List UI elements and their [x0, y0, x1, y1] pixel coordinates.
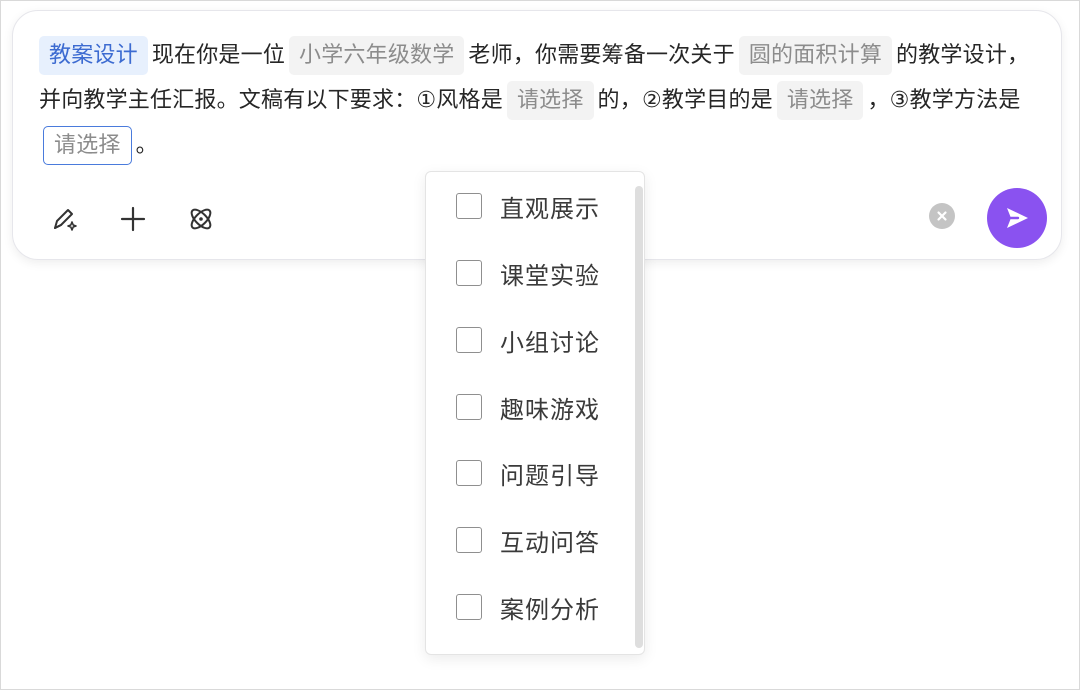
checkbox[interactable] [456, 260, 482, 286]
edit-sparkle-icon [54, 209, 77, 231]
option-label: 趣味游戏 [500, 395, 600, 424]
checkbox[interactable] [456, 594, 482, 620]
edit-sparkle-button[interactable] [43, 197, 87, 241]
checkbox[interactable] [456, 327, 482, 353]
send-icon [1007, 208, 1028, 228]
option-label: 课堂实验 [500, 261, 600, 290]
option-label: 小组讨论 [500, 328, 600, 357]
prompt-text[interactable]: 教案设计 现在你是一位 小学六年级数学 老师，你需要筹备一次关于 圆的面积计算 的教学设计… [39, 33, 1049, 168]
option-label: 直观展示 [500, 194, 600, 223]
template-tag[interactable]: 教案设计 [39, 36, 148, 75]
method-select[interactable]: 请选择 [43, 126, 132, 165]
toolbar [43, 197, 223, 241]
checkbox[interactable] [456, 527, 482, 553]
atom-icon [190, 208, 212, 230]
dropdown-option[interactable]: 趣味游戏 [456, 389, 600, 425]
prompt-segment: ，③教学方法是 [867, 88, 1021, 113]
dropdown-option[interactable]: 互动问答 [456, 522, 600, 558]
dropdown-scrollbar[interactable] [635, 186, 643, 648]
clear-icon [937, 211, 947, 221]
dropdown-option[interactable]: 小组讨论 [456, 322, 600, 358]
option-label: 问题引导 [500, 461, 600, 490]
plus-icon [120, 206, 146, 232]
send-button[interactable] [987, 188, 1047, 248]
prompt-segment: 的，②教学目的是 [597, 88, 773, 113]
teaching-method-dropdown: 直观展示 课堂实验 小组讨论 趣味游戏 问题引导 互动问答 案例分析 [425, 171, 645, 655]
checkbox[interactable] [456, 394, 482, 420]
style-select[interactable]: 请选择 [506, 81, 594, 120]
dropdown-option[interactable]: 直观展示 [456, 188, 600, 224]
grade-field[interactable]: 小学六年级数学 [289, 36, 465, 75]
checkbox[interactable] [456, 193, 482, 219]
dropdown-option[interactable]: 问题引导 [456, 455, 600, 491]
checkbox[interactable] [456, 460, 482, 486]
topic-field[interactable]: 圆的面积计算 [738, 36, 893, 75]
option-label: 互动问答 [500, 528, 600, 557]
dropdown-option[interactable]: 课堂实验 [456, 255, 600, 291]
clear-button[interactable] [929, 203, 955, 229]
prompt-segment: 现在你是一位 [151, 43, 286, 68]
add-button[interactable] [111, 197, 155, 241]
ai-model-button[interactable] [179, 197, 223, 241]
goal-select[interactable]: 请选择 [776, 81, 864, 120]
prompt-segment: 老师，你需要筹备一次关于 [468, 43, 735, 68]
dropdown-option[interactable]: 案例分析 [456, 589, 600, 625]
option-label: 案例分析 [500, 595, 600, 624]
prompt-segment: 。 [135, 133, 158, 158]
